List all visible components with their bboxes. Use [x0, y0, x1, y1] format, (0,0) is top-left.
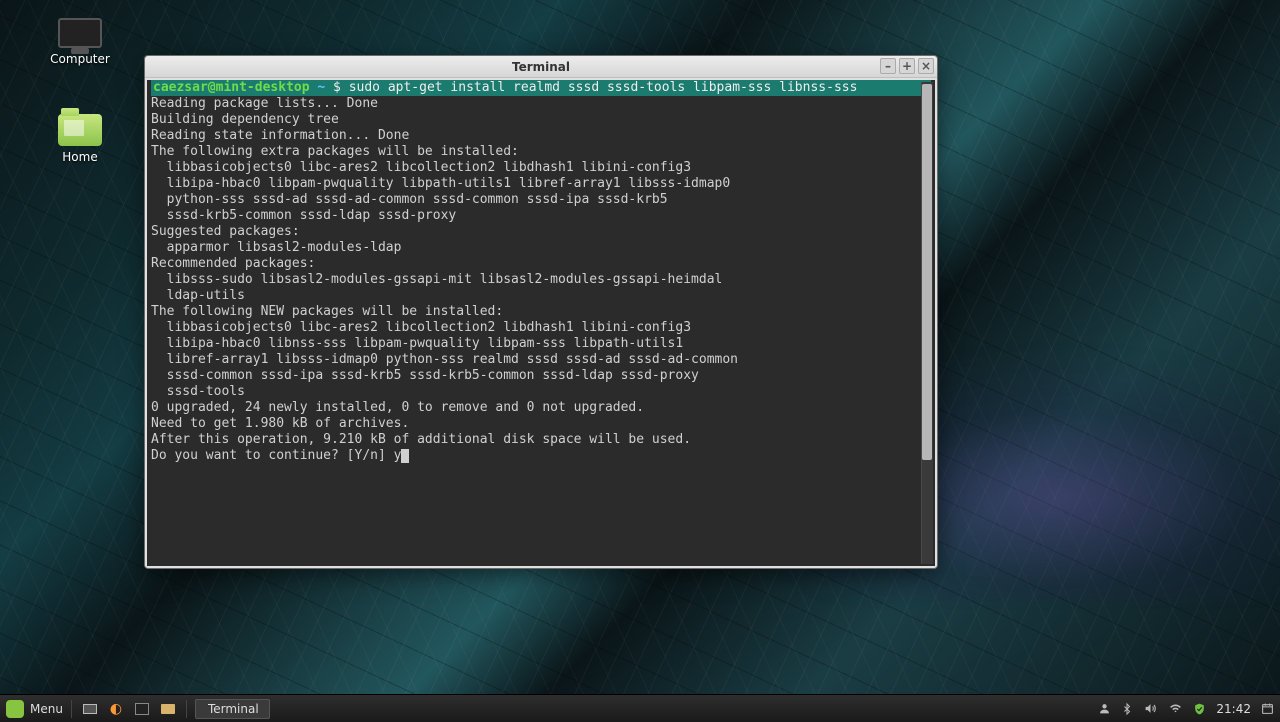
computer-icon	[58, 18, 102, 48]
user-icon[interactable]	[1098, 702, 1111, 715]
update-shield-icon[interactable]	[1193, 702, 1206, 716]
menu-button[interactable]: Menu	[30, 702, 63, 716]
prompt-symbol: $	[333, 80, 341, 95]
desktop-icon-computer[interactable]: Computer	[40, 18, 120, 66]
prompt-command: sudo apt-get install realmd sssd sssd-to…	[349, 80, 858, 95]
files-launcher-icon[interactable]	[158, 699, 178, 719]
terminal-output: Reading package lists... Done Building d…	[151, 96, 931, 448]
terminal-cursor	[401, 449, 409, 463]
terminal-body[interactable]: caezsar@mint-desktop ~ $ sudo apt-get in…	[147, 80, 935, 566]
mint-logo-icon[interactable]	[6, 700, 24, 718]
desktop-icon-label: Computer	[40, 52, 120, 66]
taskbar-app-label: Terminal	[208, 702, 259, 716]
system-tray: 21:42	[1098, 702, 1274, 716]
window-maximize-button[interactable]: +	[899, 58, 915, 74]
calendar-icon[interactable]	[1261, 702, 1274, 715]
desktop-icon-home[interactable]: Home	[40, 110, 120, 164]
window-title: Terminal	[512, 60, 570, 74]
prompt-cwd: ~	[317, 80, 325, 95]
bluetooth-icon[interactable]	[1121, 702, 1133, 716]
window-minimize-button[interactable]: –	[880, 58, 896, 74]
terminal-launcher-icon[interactable]	[132, 699, 152, 719]
terminal-prompt-line: caezsar@mint-desktop ~ $ sudo apt-get in…	[151, 80, 931, 96]
confirm-prefix: Do you want to continue? [Y/n]	[151, 448, 394, 463]
folder-icon	[58, 114, 102, 146]
taskbar-divider	[71, 700, 72, 718]
desktop-icon-label: Home	[40, 150, 120, 164]
taskbar-divider	[186, 700, 187, 718]
taskbar[interactable]: Menu ◐ Terminal 21:42	[0, 694, 1280, 722]
firefox-icon[interactable]: ◐	[106, 699, 126, 719]
confirm-input: y	[394, 448, 402, 463]
terminal-window[interactable]: Terminal – + × caezsar@mint-desktop ~ $ …	[144, 55, 938, 569]
clock[interactable]: 21:42	[1216, 702, 1251, 716]
taskbar-app-terminal[interactable]: Terminal	[195, 699, 270, 719]
volume-icon[interactable]	[1143, 702, 1158, 715]
terminal-scrollbar[interactable]	[921, 82, 933, 564]
prompt-host: mint-desktop	[216, 80, 310, 95]
window-titlebar[interactable]: Terminal – + ×	[145, 56, 937, 78]
network-icon[interactable]	[1168, 702, 1183, 715]
terminal-confirm-line: Do you want to continue? [Y/n] y	[151, 448, 931, 464]
show-desktop-icon[interactable]	[80, 699, 100, 719]
prompt-user: caezsar	[153, 80, 208, 95]
window-close-button[interactable]: ×	[918, 58, 934, 74]
scrollbar-thumb[interactable]	[922, 84, 932, 460]
